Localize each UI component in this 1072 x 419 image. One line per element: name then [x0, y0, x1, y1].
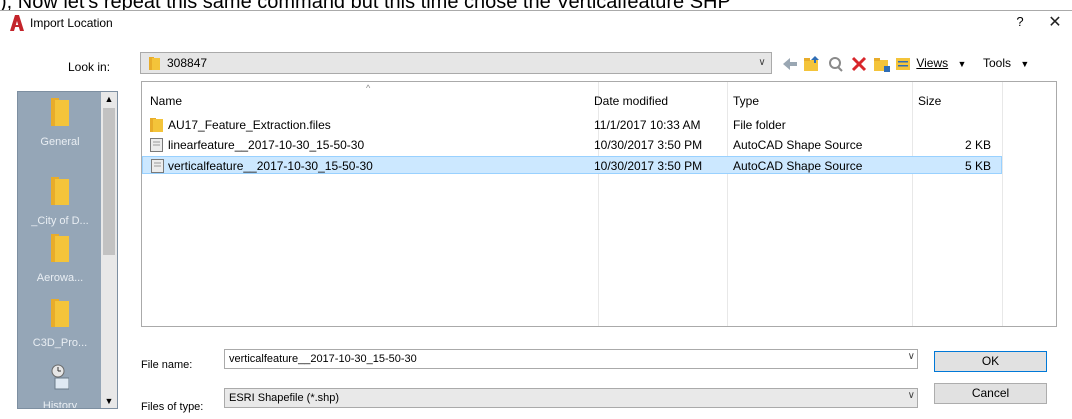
file-date: 11/1/2017 10:33 AM: [594, 118, 701, 132]
file-type-label: Files of type:: [141, 401, 204, 413]
places-bar: General _City of D... Aerowa... C3D_Pro.…: [17, 91, 118, 409]
file-name-field[interactable]: verticalfeature__2017-10-30_15-50-30 ∨: [224, 349, 918, 369]
column-header-date[interactable]: Date modified: [594, 94, 668, 108]
folder-icon: [51, 177, 69, 205]
file-date: 10/30/2017 3:50 PM: [594, 138, 703, 152]
place-label: History: [42, 400, 78, 409]
file-list: ^ Name Date modified Type Size AU17_Feat…: [141, 81, 1057, 327]
back-arrow-icon[interactable]: [781, 54, 799, 74]
chevron-down-icon[interactable]: ∨: [908, 351, 915, 362]
place-item-c3d[interactable]: C3D_Pro...: [18, 295, 102, 360]
tools-menu[interactable]: Tools ▼: [983, 54, 1055, 74]
folder-icon: [149, 57, 160, 70]
folder-icon: [51, 234, 69, 262]
file-type: AutoCAD Shape Source: [733, 138, 863, 152]
look-in-value: 308847: [167, 56, 208, 70]
scroll-up-icon[interactable]: ▲: [101, 94, 117, 104]
file-row-selected[interactable]: verticalfeature__2017-10-30_15-50-30 10/…: [142, 156, 1002, 174]
views-label: Views: [916, 56, 949, 70]
views-icon: [896, 57, 910, 70]
file-size: 5 KB: [965, 159, 992, 173]
file-date: 10/30/2017 3:50 PM: [594, 159, 703, 173]
place-item-city[interactable]: _City of D...: [18, 173, 102, 238]
help-button[interactable]: ?: [1012, 14, 1028, 29]
file-size: 2 KB: [965, 138, 992, 152]
ok-button[interactable]: OK: [934, 351, 1047, 372]
views-menu[interactable]: Views ▼: [896, 54, 978, 74]
place-label: _City of D...: [31, 215, 89, 227]
file-type: File folder: [733, 118, 786, 132]
history-icon: [51, 364, 69, 390]
file-name: AU17_Feature_Extraction.files: [168, 118, 331, 132]
place-label: Aerowa...: [36, 272, 84, 284]
file-name: linearfeature__2017-10-30_15-50-30: [168, 138, 365, 152]
file-type-select[interactable]: ESRI Shapefile (*.shp) ∨: [224, 388, 918, 408]
place-item-general[interactable]: General: [18, 94, 102, 159]
place-label: C3D_Pro...: [32, 337, 88, 349]
delete-icon[interactable]: [850, 54, 868, 74]
file-type: AutoCAD Shape Source: [733, 159, 863, 173]
file-row[interactable]: linearfeature__2017-10-30_15-50-30 10/30…: [142, 136, 1002, 154]
file-name-value: verticalfeature__2017-10-30_15-50-30: [229, 353, 417, 365]
autocad-app-icon: [10, 15, 24, 31]
file-name-label: File name:: [141, 359, 193, 371]
import-location-dialog: Import Location ? ✕ Look in: 308847 ∨ Vi…: [0, 10, 1072, 419]
places-scrollbar[interactable]: ▲ ▼: [101, 92, 117, 408]
place-item-history[interactable]: History: [18, 358, 102, 409]
shape-file-icon: [150, 138, 163, 152]
sort-ascending-icon: ^: [366, 83, 371, 93]
place-label: General: [40, 136, 80, 148]
scroll-down-icon[interactable]: ▼: [101, 396, 117, 406]
folder-icon: [51, 98, 69, 126]
chevron-down-icon[interactable]: ∨: [753, 53, 771, 73]
up-one-level-icon[interactable]: [803, 54, 821, 74]
title-bar: Import Location ? ✕: [0, 11, 1072, 37]
chevron-down-icon[interactable]: ∨: [908, 390, 915, 401]
look-in-label: Look in:: [68, 60, 111, 74]
folder-icon: [51, 299, 69, 327]
shape-file-icon: [151, 159, 164, 173]
new-folder-icon[interactable]: [873, 54, 891, 74]
place-item-aerowa[interactable]: Aerowa...: [18, 230, 102, 295]
scroll-thumb[interactable]: [103, 108, 115, 255]
column-header-name[interactable]: Name: [150, 94, 182, 108]
file-name: verticalfeature__2017-10-30_15-50-30: [168, 159, 373, 173]
close-button[interactable]: ✕: [1046, 12, 1064, 32]
column-header-size[interactable]: Size: [918, 94, 941, 108]
folder-icon: [150, 118, 163, 132]
views-dropdown-icon: ▼: [957, 59, 967, 69]
dialog-title: Import Location: [30, 16, 113, 30]
file-row[interactable]: AU17_Feature_Extraction.files 11/1/2017 …: [142, 116, 1002, 134]
tools-label: Tools: [983, 56, 1012, 70]
search-web-icon[interactable]: [827, 54, 845, 74]
column-separator: [1002, 82, 1003, 326]
tools-dropdown-icon: ▼: [1020, 59, 1030, 69]
cancel-button[interactable]: Cancel: [934, 383, 1047, 404]
column-header-type[interactable]: Type: [733, 94, 759, 108]
file-type-value: ESRI Shapefile (*.shp): [229, 392, 340, 404]
look-in-combo[interactable]: 308847 ∨: [140, 52, 772, 74]
